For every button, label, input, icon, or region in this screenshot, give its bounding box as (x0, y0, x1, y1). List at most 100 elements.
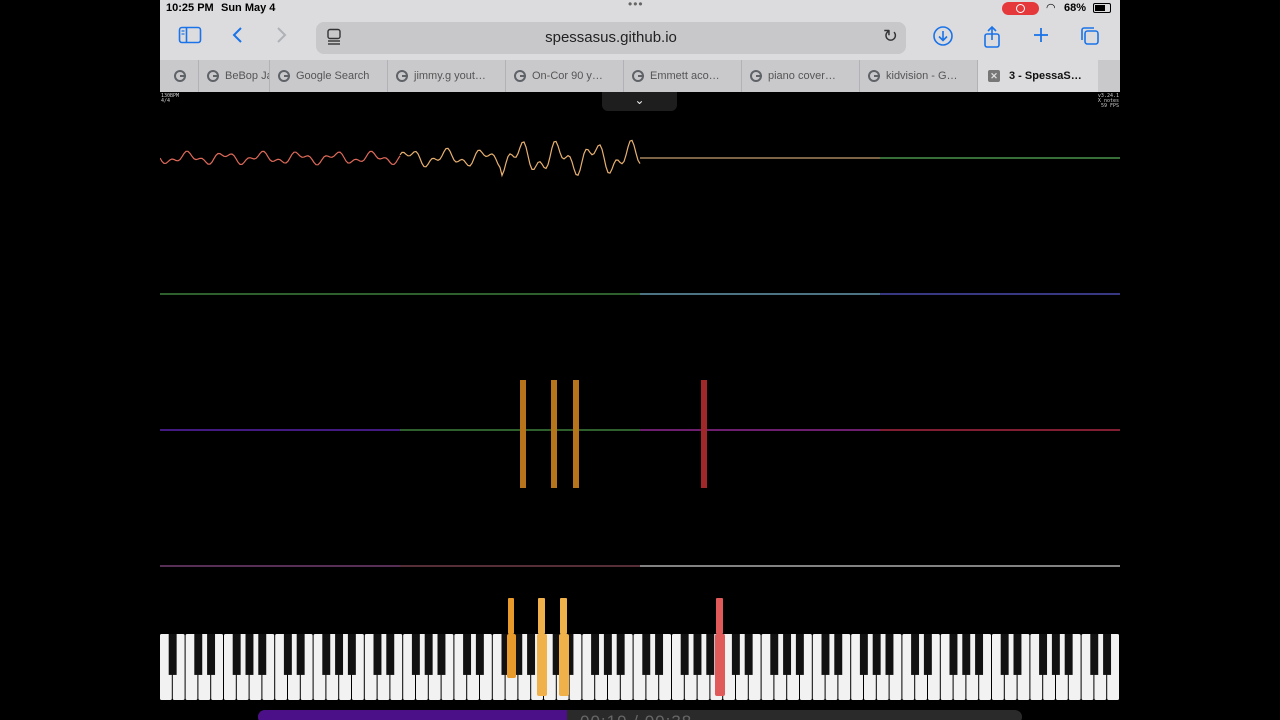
status-time: 10:25 PM (166, 2, 214, 14)
piano-black-key (911, 634, 920, 675)
piano-black-key (744, 634, 753, 675)
url-text[interactable]: spessasus.github.io (316, 29, 906, 46)
falling-note-3 (560, 598, 567, 634)
tab-7[interactable]: kidvision - G… (860, 60, 978, 92)
piano-black-key (437, 634, 446, 675)
piano-black-key (770, 634, 779, 675)
scope-spike-2 (551, 380, 557, 488)
address-bar[interactable]: spessasus.github.io ↻ (316, 22, 906, 54)
piano-black-key (834, 634, 843, 675)
piano-black-key (296, 634, 305, 675)
piano-black-key (1103, 634, 1112, 675)
google-icon (514, 70, 526, 82)
screen-recording-icon[interactable] (1002, 2, 1039, 15)
tab-6[interactable]: piano cover… (742, 60, 860, 92)
tab-overview-icon[interactable] (1077, 25, 1103, 51)
piano-black-key (655, 634, 664, 675)
google-icon (868, 70, 880, 82)
piano-black-key (475, 634, 484, 675)
piano-black-key (1090, 634, 1099, 675)
piano-black-key (207, 634, 216, 675)
piano-black-key (975, 634, 984, 675)
browser-toolbar: spessasus.github.io ↻ (160, 18, 1120, 60)
piano-black-key (527, 634, 536, 675)
multitasking-dots-icon[interactable]: ••• (628, 0, 644, 11)
tab-label: jimmy.g yout… (414, 70, 486, 82)
piano-black-key (386, 634, 395, 675)
piano-black-key (680, 634, 689, 675)
google-icon (278, 70, 290, 82)
tab-1[interactable]: BeBop Ja (199, 60, 270, 92)
scope-spike-1 (520, 380, 526, 488)
controls-pull-tab[interactable]: ⌄ (602, 92, 677, 111)
info-left: 130BPM 4/4 (161, 94, 179, 104)
piano-black-key (616, 634, 625, 675)
piano-black-key (347, 634, 356, 675)
progress-fill (258, 710, 568, 720)
forward-chevron-icon[interactable] (268, 25, 294, 51)
tab-2[interactable]: Google Search (270, 60, 388, 92)
downloads-icon[interactable] (930, 25, 956, 51)
piano-black-key (463, 634, 472, 675)
piano-black-key (335, 634, 344, 675)
pressed-key-2 (537, 634, 547, 696)
piano-black-key (168, 634, 177, 675)
piano-black-key (642, 634, 651, 675)
time-signature-readout: 4/4 (161, 98, 171, 104)
piano-black-key (783, 634, 792, 675)
close-tab-icon[interactable]: ✕ (988, 70, 1000, 82)
piano-black-key (1013, 634, 1022, 675)
wifi-icon: ◠ (1046, 2, 1056, 14)
tab-3[interactable]: jimmy.g yout… (388, 60, 506, 92)
waveform-channel-1 (160, 150, 401, 166)
tab-0[interactable] (160, 60, 199, 92)
time-display: 00:19 / 00:38 (580, 712, 692, 720)
scope-spike-3 (573, 380, 579, 488)
piano-black-key (603, 634, 612, 675)
status-bar: 10:25 PM Sun May 4 ••• ◠ 68% (160, 0, 1120, 18)
piano-black-key (795, 634, 804, 675)
piano-black-key (258, 634, 267, 675)
tab-label: Google Search (296, 70, 370, 82)
fps-readout: 59 FPS (1100, 103, 1119, 109)
tab-5[interactable]: Emmett aco… (624, 60, 742, 92)
back-chevron-icon[interactable] (225, 25, 251, 51)
tab-8-active[interactable]: ✕ 3 - SpessaS… (978, 60, 1098, 92)
reload-icon[interactable]: ↻ (883, 26, 898, 47)
sidebar-toggle-icon[interactable] (177, 25, 203, 51)
falling-note-2 (538, 598, 545, 634)
tab-label: On-Cor 90 y… (532, 70, 603, 82)
new-tab-plus-icon[interactable] (1028, 25, 1054, 51)
piano-black-key (821, 634, 830, 675)
piano-black-key (731, 634, 740, 675)
piano-black-key (1000, 634, 1009, 675)
google-icon (396, 70, 408, 82)
piano-black-key (411, 634, 420, 675)
piano-black-key (706, 634, 715, 675)
battery-percent: 68% (1064, 2, 1087, 14)
falling-note-1 (508, 598, 514, 634)
tab-label: Emmett aco… (650, 70, 720, 82)
piano-black-key (283, 634, 292, 675)
pressed-key-4 (715, 634, 725, 696)
tab-bar: BeBop Ja Google Search jimmy.g yout… On-… (160, 60, 1120, 92)
share-icon[interactable] (979, 25, 1005, 51)
battery-icon (1093, 3, 1111, 13)
info-right: v3.24.1 X notes 59 FPS (1098, 94, 1119, 109)
tab-label: BeBop Ja (225, 70, 270, 82)
waveform-channel-2 (399, 139, 641, 178)
piano-black-key (424, 634, 433, 675)
piano-black-key (232, 634, 241, 675)
pressed-key-3 (559, 634, 569, 696)
falling-note-4 (716, 598, 723, 634)
google-icon (207, 70, 219, 82)
google-icon (174, 70, 186, 82)
piano-black-key (1051, 634, 1060, 675)
google-icon (750, 70, 762, 82)
tab-4[interactable]: On-Cor 90 y… (506, 60, 624, 92)
piano-black-key (872, 634, 881, 675)
piano-black-key (949, 634, 958, 675)
google-icon (632, 70, 644, 82)
piano-black-key (1039, 634, 1048, 675)
status-date: Sun May 4 (221, 2, 276, 14)
